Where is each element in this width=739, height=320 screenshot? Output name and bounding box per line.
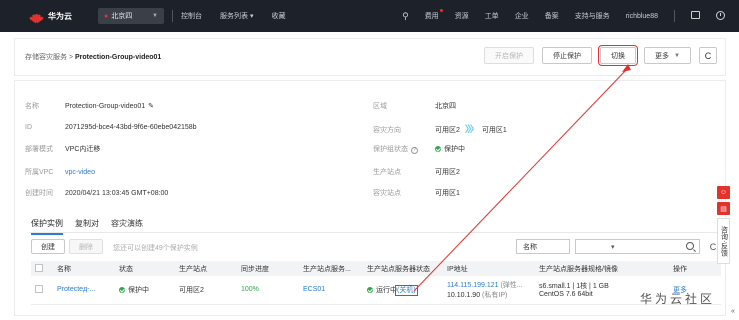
- arrowhead-icon: [622, 64, 631, 72]
- annotation-arrow: [413, 64, 631, 292]
- annotation-line: [413, 67, 629, 292]
